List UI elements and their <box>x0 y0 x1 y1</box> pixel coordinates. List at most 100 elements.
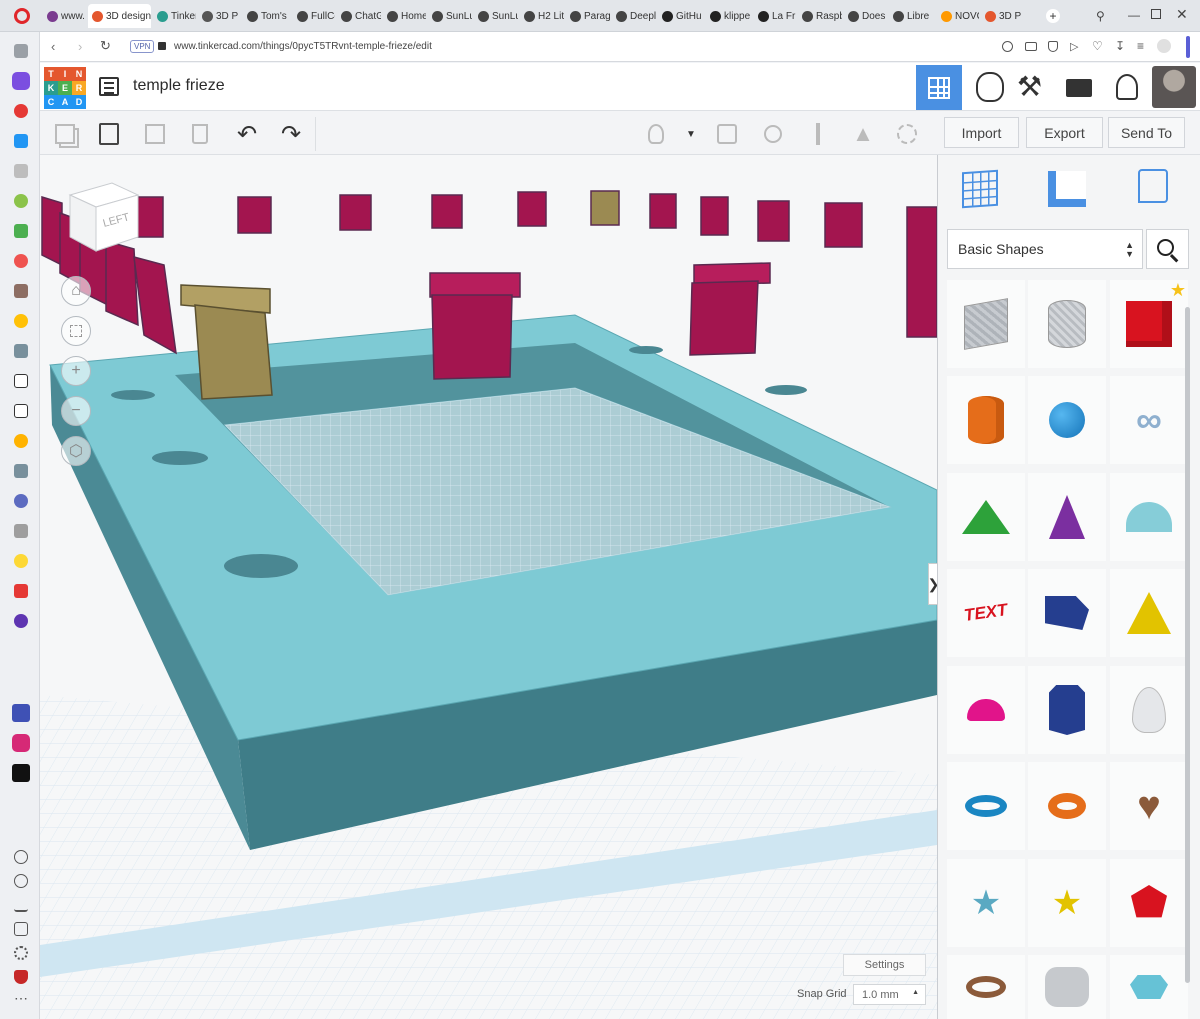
scissors-icon[interactable] <box>14 254 28 268</box>
close-icon[interactable]: ✕ <box>1176 6 1188 23</box>
frieze-block[interactable] <box>590 190 620 226</box>
palm-icon[interactable] <box>14 194 28 208</box>
frieze-left-piece[interactable] <box>41 195 63 267</box>
bricks-icon[interactable] <box>1066 79 1092 97</box>
send-to-button[interactable]: Send To <box>1108 117 1185 148</box>
shape-search-button[interactable] <box>1146 229 1189 269</box>
paste-icon[interactable] <box>94 119 124 149</box>
printer2-icon[interactable] <box>14 344 28 358</box>
shield-outline-icon[interactable] <box>1048 41 1058 52</box>
app-store-icon[interactable] <box>12 704 30 722</box>
send-icon[interactable]: ▷ <box>1070 40 1078 53</box>
shape-star-teal[interactable]: ★ <box>947 859 1025 947</box>
frieze-block[interactable] <box>906 206 937 338</box>
note-dropdown-icon[interactable]: ▼ <box>676 119 706 149</box>
shape-icosahedron[interactable] <box>1110 859 1188 947</box>
frieze-block[interactable] <box>649 193 677 229</box>
camera-icon[interactable] <box>1025 42 1037 51</box>
undo-icon[interactable]: ↶ <box>232 119 262 149</box>
browser-tab[interactable]: klippe <box>706 4 752 28</box>
shape-half-sphere[interactable] <box>947 666 1025 754</box>
shape-prism-blue[interactable] <box>1028 569 1106 657</box>
shape-box-red[interactable]: ★ <box>1110 280 1188 368</box>
browser-tab[interactable]: NOVC <box>937 4 979 28</box>
zoom-out-button[interactable]: − <box>61 396 91 426</box>
design-title[interactable]: temple frieze <box>133 77 225 95</box>
export-button[interactable]: Export <box>1026 117 1103 148</box>
align-icon[interactable] <box>803 119 833 149</box>
frieze-left-piece[interactable] <box>105 240 139 327</box>
heart-outline-icon[interactable]: ♡ <box>1092 39 1103 53</box>
shield-icon[interactable] <box>14 970 28 984</box>
workplane-viewport[interactable]: LEFT ⌂ + − ⬡ ❯ <box>40 155 937 1019</box>
downloads-icon[interactable]: ↧ <box>1115 39 1125 53</box>
browser-tab[interactable]: Raspb <box>798 4 842 28</box>
o-icon[interactable] <box>14 374 28 388</box>
gift-icon[interactable] <box>14 524 28 538</box>
history-icon[interactable] <box>14 874 28 888</box>
shape-heart[interactable]: ♥ <box>1110 762 1188 850</box>
menu-icon[interactable]: ≡ <box>1137 39 1144 53</box>
shape-box-hole[interactable] <box>947 280 1025 368</box>
browser-tab[interactable]: Libre <box>889 4 935 28</box>
shape-scribble[interactable]: ∞ <box>1110 376 1188 464</box>
sparkle-icon[interactable] <box>14 314 28 328</box>
panel-collapse-handle[interactable]: ❯ <box>928 563 937 605</box>
redo-icon[interactable]: ↷ <box>276 119 306 149</box>
tools-icon[interactable] <box>14 284 28 298</box>
search-tabs-icon[interactable]: ⚲ <box>1096 9 1105 23</box>
new-tab-button[interactable]: + <box>1046 9 1060 23</box>
tinkercad-logo[interactable]: TINKERCAD <box>44 67 86 109</box>
browser-tab[interactable]: SunLu <box>428 4 472 28</box>
shape-polygon-blue[interactable] <box>1028 666 1106 754</box>
vpn-badge[interactable]: VPN <box>130 40 155 53</box>
shape-category-select[interactable]: Basic Shapes ▲ ▼ <box>947 229 1143 269</box>
shape-roof-green[interactable] <box>947 473 1025 561</box>
p-icon[interactable] <box>14 134 28 148</box>
ruler-icon[interactable] <box>1048 171 1086 207</box>
frieze-block[interactable] <box>757 200 790 242</box>
frieze-block[interactable] <box>339 194 372 231</box>
back-icon[interactable]: ‹ <box>51 39 55 54</box>
shape-cylinder-hole[interactable] <box>1028 280 1106 368</box>
frieze-block[interactable] <box>134 196 164 238</box>
browser-tab[interactable]: Deepl <box>612 4 656 28</box>
present-icon[interactable] <box>14 584 28 598</box>
shape-gem[interactable] <box>1110 955 1188 1019</box>
trident-icon[interactable] <box>14 434 28 448</box>
zoom-in-button[interactable]: + <box>61 356 91 386</box>
more-icon[interactable]: ⋯ <box>14 990 28 1007</box>
browser-tab[interactable]: www. <box>43 4 86 28</box>
3d-view-button[interactable] <box>916 65 962 110</box>
notes-icon[interactable] <box>1138 169 1168 203</box>
minimize-icon[interactable]: — <box>1128 8 1140 22</box>
browser-tab[interactable]: 3D P <box>198 4 241 28</box>
delete-icon[interactable] <box>185 119 215 149</box>
strawberry-icon[interactable] <box>14 104 28 118</box>
heart-icon[interactable] <box>14 850 28 864</box>
note-icon[interactable] <box>712 119 742 149</box>
chick-icon[interactable] <box>14 554 28 568</box>
profile-icon[interactable] <box>1157 39 1171 53</box>
cruise-icon[interactable] <box>892 119 922 149</box>
url-text[interactable]: www.tinkercad.com/things/0pycT5TRvnt-tem… <box>174 41 432 52</box>
pickaxe-icon[interactable]: ⚒ <box>1017 73 1042 101</box>
design-list-icon[interactable] <box>99 77 119 96</box>
frieze-block[interactable] <box>700 196 729 236</box>
shape-tube[interactable] <box>1028 762 1106 850</box>
shape-paraboloid[interactable] <box>1110 666 1188 754</box>
workplane-grid-icon[interactable] <box>962 169 998 209</box>
browser-tab[interactable]: 3D design t <box>88 4 151 28</box>
frieze-block[interactable] <box>517 191 547 227</box>
panel-scrollbar[interactable] <box>1185 307 1190 983</box>
scene[interactable]: LEFT <box>40 155 937 1019</box>
frieze-block[interactable] <box>824 202 863 248</box>
two-icon[interactable] <box>14 404 28 418</box>
leaf-icon[interactable] <box>14 224 28 238</box>
browser-tab[interactable]: Does <box>844 4 887 28</box>
browser-tab[interactable]: Tinker <box>153 4 196 28</box>
browser-tab[interactable]: FullCo <box>293 4 335 28</box>
browser-tab[interactable]: H2 Lit <box>520 4 564 28</box>
figure-icon[interactable] <box>14 614 28 628</box>
blocks-icon[interactable] <box>976 72 1004 102</box>
